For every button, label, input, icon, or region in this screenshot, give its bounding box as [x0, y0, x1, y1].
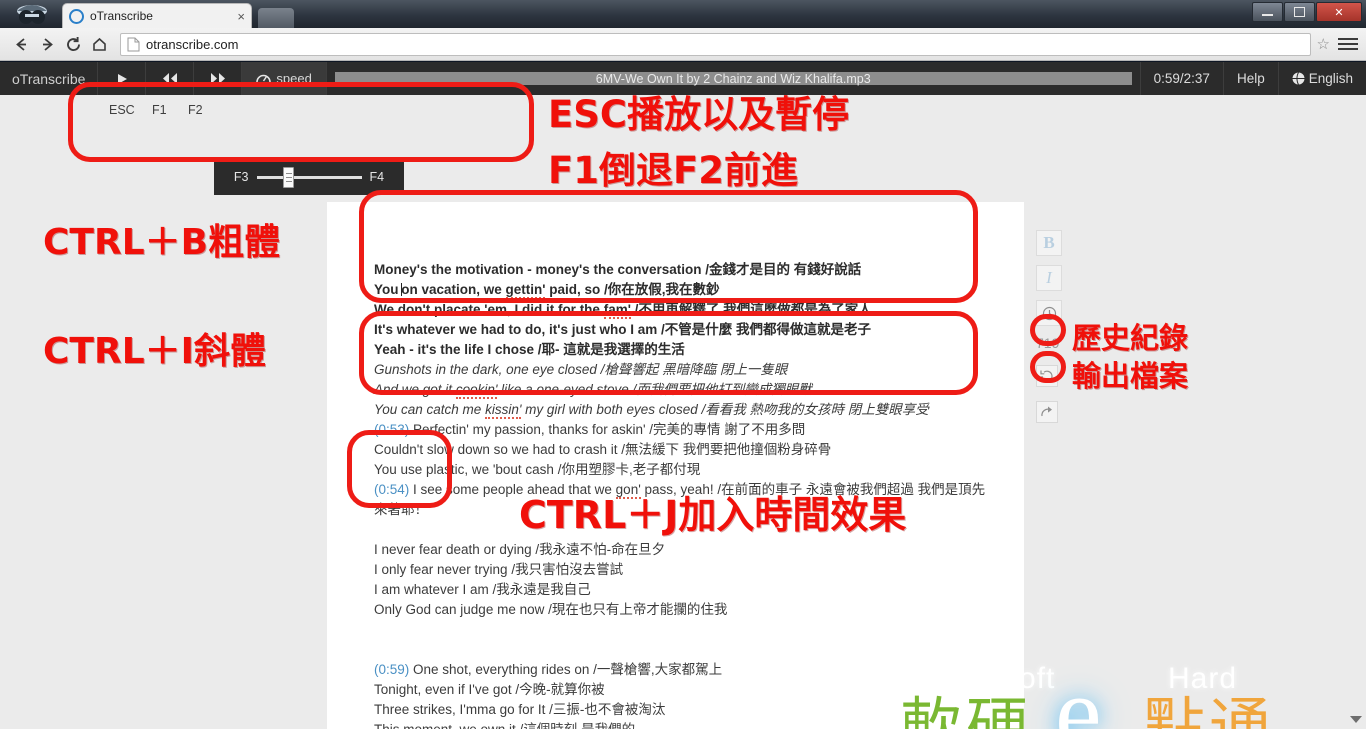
browser-window: oTranscribe × ✕ otranscribe.com ☆ oTrans…: [0, 0, 1366, 729]
help-button[interactable]: Help: [1222, 62, 1278, 95]
address-bar[interactable]: otranscribe.com: [120, 32, 1311, 56]
rewind-icon[interactable]: [146, 62, 195, 95]
keyboard-hints-row: ESC F1 F2: [0, 95, 1366, 125]
speed-slider-knob[interactable]: [282, 166, 294, 188]
transcript-line[interactable]: You can catch me kissin' my girl with bo…: [374, 400, 989, 420]
audio-progress-bar[interactable]: 6MV-We Own It by 2 Chainz and Wiz Khalif…: [327, 62, 1140, 95]
reload-icon[interactable]: [60, 31, 86, 57]
export-share-icon: [1036, 401, 1058, 423]
play-icon[interactable]: [98, 62, 147, 95]
transcript-line[interactable]: This moment, we own it /這個時刻 是我們的: [374, 720, 989, 729]
transcript-line[interactable]: You use plastic, we 'bout cash /你用塑膠卡,老子…: [374, 460, 989, 480]
incognito-icon: [8, 2, 56, 28]
export-button[interactable]: [1036, 401, 1156, 423]
transcript-line[interactable]: (0:53) Perfectin' my passion, thanks for…: [374, 420, 989, 440]
fast-forward-icon[interactable]: [194, 62, 243, 95]
history-button[interactable]: [1036, 365, 1156, 387]
back-arrow-icon[interactable]: [8, 31, 34, 57]
hamburger-menu-icon[interactable]: [1338, 38, 1358, 50]
page-document-icon: [127, 37, 140, 52]
hint-f2: F2: [188, 103, 203, 117]
forward-arrow-icon[interactable]: [34, 31, 60, 57]
language-label: English: [1308, 71, 1353, 86]
address-bar-url: otranscribe.com: [146, 36, 239, 52]
page-viewport: oTranscribe speed 6MV-We Own It by 2 Cha…: [0, 62, 1366, 729]
transcript-line[interactable]: It's whatever we had to do, it's just wh…: [374, 320, 989, 340]
channel-watermark: Soft Hard 軟硬 e 點通: [900, 658, 1320, 729]
otranscribe-favicon: [69, 8, 84, 24]
timestamp-button[interactable]: [1036, 300, 1062, 326]
transcript-line[interactable]: Money's the motivation - money's the con…: [374, 260, 989, 280]
transcript-line[interactable]: (0:54) I see some people ahead that we g…: [374, 480, 989, 520]
transcript-document[interactable]: Money's the motivation - money's the con…: [374, 260, 989, 729]
transcript-line[interactable]: Three strikes, I'mma go for It /三振-也不會被淘…: [374, 700, 989, 720]
transcript-line[interactable]: I only fear never trying /我只害怕沒去嘗試: [374, 560, 989, 580]
new-tab-button[interactable]: [258, 8, 294, 28]
playback-time: 0:59/2:37: [1139, 62, 1223, 95]
hint-esc: ESC: [109, 103, 135, 117]
transcript-line[interactable]: Tonight, even if I've got /今晚-就算你被: [374, 680, 989, 700]
browser-title-bar: oTranscribe × ✕: [0, 0, 1366, 28]
watermark-e-logo: e: [1055, 654, 1102, 729]
speed-button[interactable]: speed: [242, 62, 327, 95]
speed-slider-popup[interactable]: F3 F4: [214, 159, 404, 195]
transcript-line[interactable]: I never fear death or dying /我永遠不怕-命在旦夕: [374, 540, 989, 560]
transcript-line[interactable]: Gunshots in the dark, one eye closed /槍聲…: [374, 360, 989, 380]
hint-f3: F3: [233, 170, 249, 184]
hint-f1: F1: [152, 103, 167, 117]
watermark-orange-text: 點通: [1143, 690, 1276, 729]
audio-filename: 6MV-We Own It by 2 Chainz and Wiz Khalif…: [595, 71, 871, 86]
maximize-button[interactable]: [1284, 2, 1315, 22]
close-button[interactable]: ✕: [1316, 2, 1362, 22]
word-count: 719: [1036, 335, 1060, 351]
bookmark-star-icon[interactable]: ☆: [1317, 35, 1330, 53]
transcript-line[interactable]: Only God can judge me now /現在也只有上帝才能攔的住我: [374, 600, 989, 620]
speed-slider[interactable]: [256, 166, 362, 188]
screen: oTranscribe × ✕ otranscribe.com ☆ oTrans…: [0, 0, 1366, 729]
transcript-line[interactable]: And we got it cookin' like a one-eyed st…: [374, 380, 989, 400]
browser-nav-bar: otranscribe.com ☆: [0, 28, 1366, 61]
transcript-line[interactable]: I am whatever I am /我永遠是我自己: [374, 580, 989, 600]
hint-f4: F4: [369, 170, 385, 184]
otranscribe-toolbar: oTranscribe speed 6MV-We Own It by 2 Cha…: [0, 62, 1366, 95]
bold-button[interactable]: B: [1036, 230, 1062, 256]
tab-close-icon[interactable]: ×: [237, 9, 245, 24]
transcript-line[interactable]: We don't placate 'em, I did it for the f…: [374, 300, 989, 320]
window-controls: ✕: [1252, 2, 1362, 22]
transcript-line[interactable]: Yeah - it's the life I chose /耶- 這就是我選擇的…: [374, 340, 989, 360]
tab-title: oTranscribe: [90, 9, 153, 23]
otranscribe-logo[interactable]: oTranscribe: [0, 62, 99, 95]
italic-button[interactable]: I: [1036, 265, 1062, 291]
history-restore-icon: [1036, 365, 1058, 387]
editor-tool-rail: B I 719: [1036, 230, 1156, 423]
speed-label: speed: [276, 71, 312, 86]
home-icon[interactable]: [86, 31, 112, 57]
minimize-button[interactable]: [1252, 2, 1283, 22]
transcript-line[interactable]: (0:59) One shot, everything rides on /一聲…: [374, 660, 989, 680]
watermark-green-text: 軟硬: [900, 690, 1033, 729]
toolbar-right-group: 0:59/2:37 Help English: [1139, 62, 1366, 95]
browser-tab[interactable]: oTranscribe ×: [62, 3, 252, 28]
transcript-editor-panel[interactable]: Money's the motivation - money's the con…: [327, 202, 1024, 729]
speedometer-icon: [256, 71, 272, 87]
language-button[interactable]: English: [1277, 62, 1366, 95]
globe-icon: [1292, 72, 1305, 85]
transcript-line[interactable]: You on vacation, we gettin' paid, so /你在…: [374, 280, 989, 300]
scrollbar-down-arrow[interactable]: [1350, 716, 1362, 723]
transcript-line[interactable]: Couldn't slow down so we had to crash it…: [374, 440, 989, 460]
